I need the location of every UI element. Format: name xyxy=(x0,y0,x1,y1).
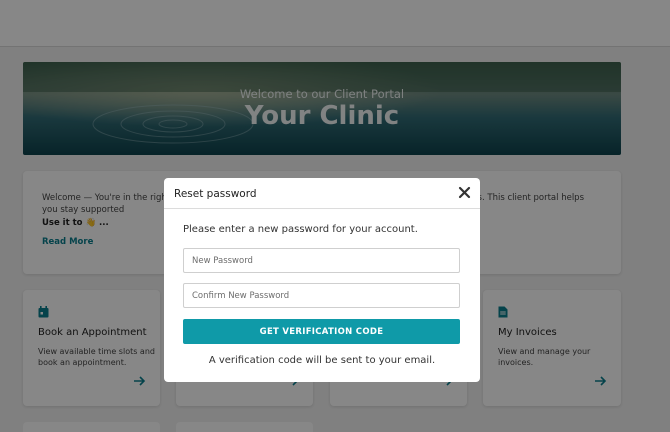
close-icon[interactable] xyxy=(458,186,471,199)
new-password-input[interactable] xyxy=(183,248,460,273)
verification-note: A verification code will be sent to your… xyxy=(208,355,436,366)
dialog-header: Reset password xyxy=(164,178,480,209)
get-verification-code-button[interactable]: GET VERIFICATION CODE xyxy=(183,319,460,344)
confirm-password-input[interactable] xyxy=(183,283,460,308)
reset-password-dialog: Reset password Please enter a new passwo… xyxy=(164,178,480,382)
dialog-title: Reset password xyxy=(174,188,257,200)
dialog-instruction: Please enter a new password for your acc… xyxy=(183,224,418,235)
